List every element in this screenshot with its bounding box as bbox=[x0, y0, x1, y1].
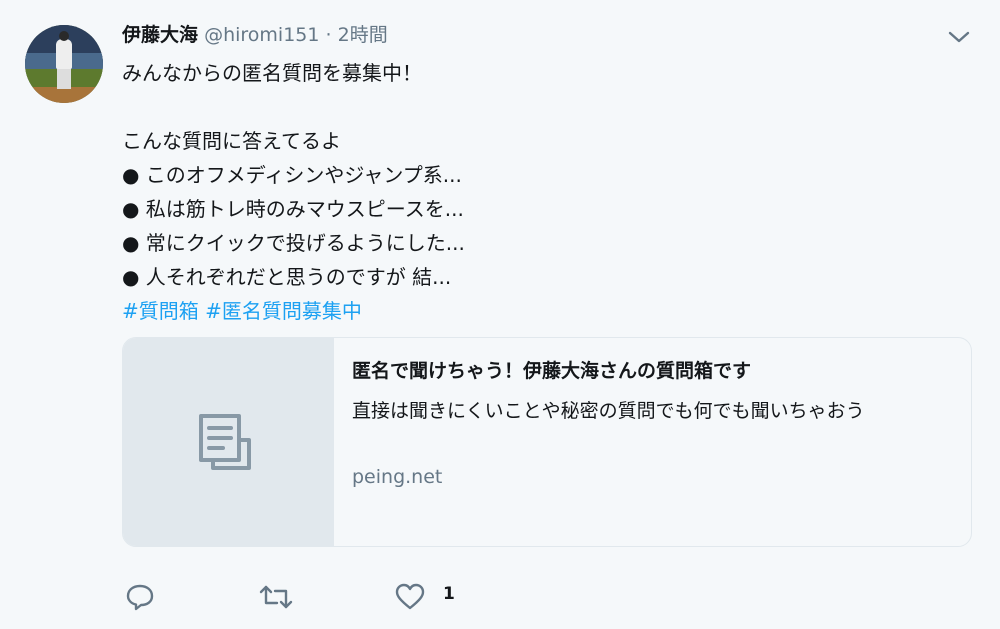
tweet-line: ● 私は筋トレ時のみマウスピースを... bbox=[122, 197, 464, 221]
user-handle[interactable]: @hiromi151 bbox=[204, 24, 319, 46]
hashtag-link[interactable]: #匿名質問募集中 bbox=[205, 299, 362, 323]
card-description: 直接は聞きにくいことや秘密の質問でも何でも聞いちゃおう bbox=[352, 400, 865, 422]
tweet-line: みんなからの匿名質問を募集中！ bbox=[122, 61, 422, 85]
header-separator: · bbox=[325, 24, 332, 46]
tweet[interactable]: 伊藤大海 @hiromi151 · 2時間 みんなからの匿名質問を募集中！ こん… bbox=[0, 0, 1000, 629]
avatar-player-legs bbox=[57, 67, 71, 89]
like-count: 1 bbox=[443, 584, 455, 604]
retweet-icon bbox=[259, 585, 293, 609]
hashtag-link[interactable]: #質問箱 bbox=[122, 299, 199, 323]
tweet-timestamp[interactable]: 2時間 bbox=[338, 24, 388, 46]
tweet-header: 伊藤大海 @hiromi151 · 2時間 bbox=[122, 22, 388, 48]
tweet-line: ● このオフメディシンやジャンプ系... bbox=[122, 163, 462, 187]
card-domain: peing.net bbox=[352, 466, 443, 488]
avatar-dirt bbox=[25, 87, 103, 103]
tweet-line: ● 人それぞれだと思うのですが 結... bbox=[122, 265, 452, 289]
avatar-player-body bbox=[56, 39, 72, 69]
hashtags: #質問箱 #匿名質問募集中 bbox=[122, 294, 962, 328]
card-thumbnail bbox=[123, 338, 334, 546]
tweet-text: みんなからの匿名質問を募集中！ こんな質問に答えてるよ ● このオフメディシンや… bbox=[122, 56, 962, 328]
tweet-line: ● 常にクイックで投げるようにした... bbox=[122, 231, 465, 255]
chevron-down-icon[interactable] bbox=[946, 26, 972, 48]
heart-icon bbox=[395, 583, 425, 610]
link-card[interactable]: 匿名で聞けちゃう！伊藤大海さんの質問箱です 直接は聞きにくいことや秘密の質問でも… bbox=[122, 337, 972, 547]
reply-icon bbox=[126, 584, 154, 611]
card-title: 匿名で聞けちゃう！伊藤大海さんの質問箱です bbox=[352, 360, 752, 382]
tweet-line: こんな質問に答えてるよ bbox=[122, 129, 341, 153]
document-icon bbox=[199, 414, 251, 470]
avatar-player-head bbox=[59, 31, 69, 41]
avatar[interactable] bbox=[25, 25, 103, 103]
display-name[interactable]: 伊藤大海 bbox=[122, 24, 198, 46]
